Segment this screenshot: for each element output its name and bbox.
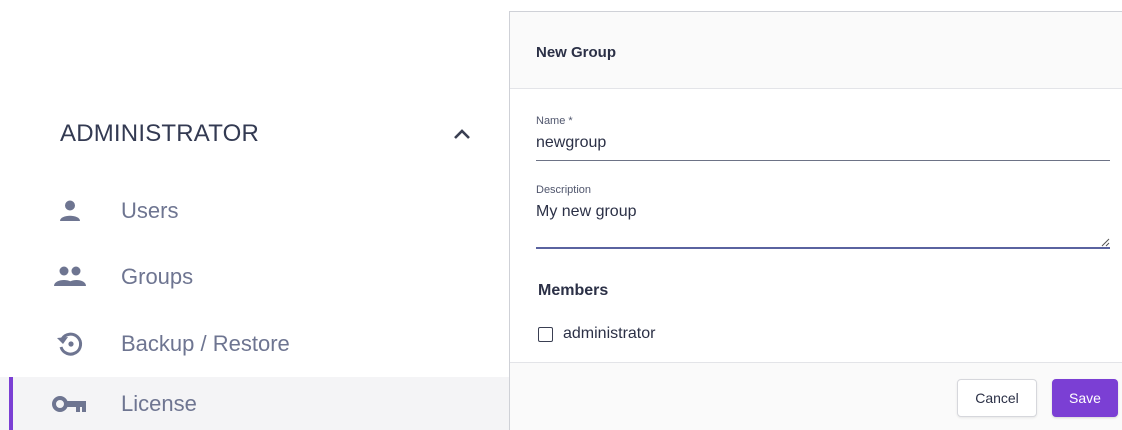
dialog-footer: Cancel Save xyxy=(510,362,1122,430)
members-title: Members xyxy=(538,282,609,299)
dialog-header: New Group xyxy=(510,12,1122,89)
sidebar-item-groups[interactable]: Groups xyxy=(0,250,509,304)
sidebar-item-label: License xyxy=(121,391,197,416)
group-icon xyxy=(50,262,90,292)
cancel-button[interactable]: Cancel xyxy=(957,379,1037,417)
person-icon xyxy=(50,196,90,226)
description-field-label: Description xyxy=(536,184,592,196)
sidebar-item-label: Groups xyxy=(121,264,194,289)
app-root: ADMINISTRATOR Users Groups Backup / Rest… xyxy=(0,0,1122,430)
chevron-up-icon[interactable] xyxy=(450,122,474,146)
sidebar-item-label: Backup / Restore xyxy=(121,331,290,356)
sidebar-item-users[interactable]: Users xyxy=(0,184,509,238)
administrator-section-header[interactable]: ADMINISTRATOR xyxy=(60,116,480,152)
member-label: administrator xyxy=(563,325,656,342)
section-title: ADMINISTRATOR xyxy=(60,120,260,147)
description-textarea[interactable]: My new group xyxy=(536,203,637,221)
save-button[interactable]: Save xyxy=(1052,379,1118,417)
backup-restore-icon xyxy=(50,329,90,359)
name-input-underline xyxy=(536,160,1110,161)
key-icon xyxy=(50,389,90,419)
name-field-label: Name * xyxy=(536,115,573,127)
sidebar: ADMINISTRATOR Users Groups Backup / Rest… xyxy=(0,0,509,430)
new-group-dialog: New Group Name * newgroup Description My… xyxy=(509,11,1122,430)
sidebar-item-label: Users xyxy=(121,198,179,223)
sidebar-item-license[interactable]: License xyxy=(0,377,509,430)
member-checkbox[interactable] xyxy=(538,326,553,342)
member-checkbox-row[interactable]: administrator xyxy=(538,325,655,343)
dialog-title: New Group xyxy=(536,44,617,61)
resize-handle-icon[interactable] xyxy=(1100,234,1110,247)
sidebar-item-backup-restore[interactable]: Backup / Restore xyxy=(0,317,509,371)
description-input-underline xyxy=(536,247,1110,249)
name-input[interactable]: newgroup xyxy=(536,134,606,152)
